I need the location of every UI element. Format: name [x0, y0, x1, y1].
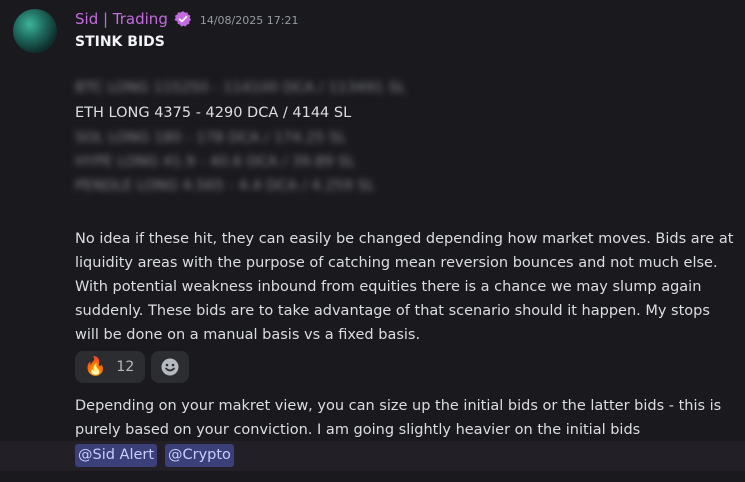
message-paragraph-2: Depending on your makret view, you can s… [75, 398, 722, 438]
message-paragraph-1: No idea if these hit, they can easily be… [75, 231, 734, 343]
reactions-bar: 🔥 12 [75, 351, 189, 383]
author-avatar[interactable] [13, 9, 57, 53]
mention-sid-alert[interactable]: @Sid Alert [75, 444, 158, 467]
author-name[interactable]: Sid | Trading [75, 10, 168, 28]
add-reaction-button[interactable] [151, 351, 189, 383]
mention-crypto[interactable]: @Crypto [165, 444, 234, 467]
chat-message: Sid | Trading 14/08/2025 17:21 STINK BID… [0, 0, 745, 482]
trade-line-eth: ETH LONG 4375 - 4290 DCA / 4144 SL [75, 105, 352, 121]
trade-line-pendle: PENDLE LONG 4.565 - 4.4 DCA / 4.259 SL [75, 178, 375, 194]
reaction-count: 12 [116, 359, 135, 375]
smiley-icon [161, 358, 179, 376]
message-title: STINK BIDS [75, 34, 165, 50]
trade-line-hype: HYPE LONG 41.9 - 40.6 DCA / 39.89 SL [75, 154, 356, 170]
trade-line-btc: BTC LONG 115250 - 114100 DCA / 113491 SL [75, 80, 406, 96]
message-header: Sid | Trading 14/08/2025 17:21 [75, 8, 298, 30]
fire-emoji-icon: 🔥 [84, 356, 107, 377]
trade-line-sol: SOL LONG 180 - 178 DCA / 174.25 SL [75, 130, 347, 146]
message-timestamp: 14/08/2025 17:21 [199, 13, 299, 27]
reaction-fire[interactable]: 🔥 12 [75, 351, 145, 383]
verified-badge-icon [174, 11, 191, 27]
